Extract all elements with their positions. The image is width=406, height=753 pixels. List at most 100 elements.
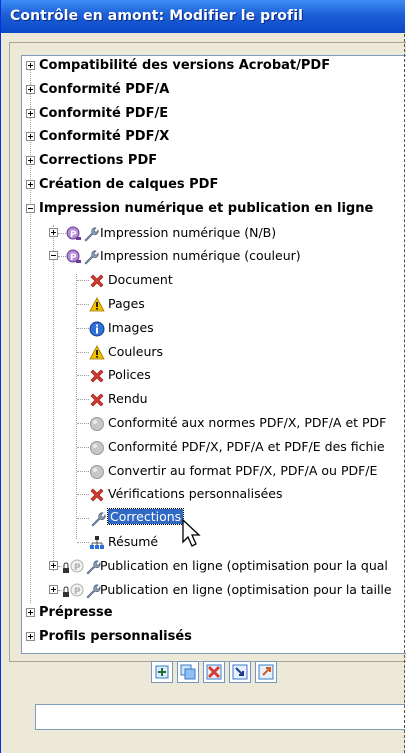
expand-plus-icon[interactable] — [49, 227, 58, 237]
new-profile-button[interactable] — [151, 661, 173, 683]
tree-item-label: Convertir au format PDF/X, PDF/A ou PDF/… — [108, 462, 378, 478]
tree-item-check[interactable]: Pages — [22, 294, 406, 316]
expand-plus-icon[interactable] — [26, 632, 35, 642]
tree-item-check[interactable]: Résumé — [22, 532, 406, 554]
preflight-profile-icon: P — [66, 249, 82, 265]
tree-line — [77, 470, 89, 472]
disabled-circle-icon — [89, 440, 105, 456]
wrench-icon — [84, 583, 101, 599]
expand-plus-icon[interactable] — [26, 180, 35, 189]
tree-line — [77, 423, 89, 424]
tree-item-label: Pages — [108, 296, 145, 311]
collapse-minus-icon[interactable] — [26, 203, 35, 213]
tree-item-label: Conformité PDF/E — [39, 105, 169, 121]
tree-item-label: Corrections PDF — [39, 153, 158, 169]
tree-item-check[interactable]: Couleurs — [22, 342, 406, 364]
window-title: Contrôle en amont: Modifier le profil — [10, 8, 303, 24]
tree-item-label: Impression numérique et publication en l… — [39, 200, 374, 216]
tree-item-label: Impression numérique (couleur) — [100, 248, 301, 264]
tree-item-profile[interactable]: P Publication en ligne (optimisation pour… — [22, 556, 406, 578]
tree-line — [77, 399, 89, 401]
tree-item-label: Conformité PDF/X, PDF/A et PDF/E des fic… — [108, 438, 385, 454]
tree-item-category[interactable]: Corrections PDF — [22, 151, 406, 173]
expand-plus-icon[interactable] — [49, 584, 58, 594]
profile-tree[interactable]: Compatibilité des versions Acrobat/PDF Co… — [21, 55, 406, 654]
expand-plus-icon[interactable] — [26, 156, 35, 166]
export-profile-button[interactable] — [255, 661, 277, 683]
tree-item-label: Publication en ligne (optimisation pour … — [100, 581, 392, 597]
wrench-icon — [89, 511, 106, 527]
warning-triangle-icon — [89, 344, 105, 361]
title-bar[interactable]: Contrôle en amont: Modifier le profil — [1, 0, 405, 33]
tree-item-label: Publication en ligne (optimisation pour … — [100, 557, 388, 573]
tree-line — [77, 304, 89, 305]
tree-item-check[interactable]: Vérifications personnalisées — [22, 484, 406, 506]
tree-line — [58, 232, 66, 234]
tree-item-check[interactable]: Corrections — [22, 508, 406, 530]
status-field[interactable] — [35, 704, 405, 730]
duplicate-profile-button[interactable] — [177, 661, 199, 683]
tree-line — [77, 542, 89, 543]
tree-item-check[interactable]: Document — [22, 270, 406, 292]
delete-profile-button[interactable] — [203, 661, 225, 683]
tree-item-label: Conformité PDF/A — [39, 81, 170, 97]
tree-item-category[interactable]: Conformité PDF/X — [22, 127, 406, 149]
tree-item-label: Images — [108, 319, 154, 335]
disabled-circle-icon — [89, 464, 105, 480]
preflight-profile-icon: P — [66, 226, 82, 242]
preflight-edit-profile-dialog: Contrôle en amont: Modifier le profil Co… — [0, 0, 406, 753]
tree-line — [77, 375, 89, 377]
tree-item-category[interactable]: Conformité PDF/E — [22, 104, 406, 126]
expand-plus-icon[interactable] — [26, 608, 35, 618]
tree-line — [77, 518, 89, 520]
tree-item-label: Création de calques PDF — [39, 177, 219, 192]
expand-plus-icon[interactable] — [49, 560, 58, 570]
tree-item-label: Polices — [108, 367, 151, 383]
error-x-icon — [89, 392, 105, 408]
tree-line — [77, 351, 89, 353]
error-x-icon — [89, 273, 105, 289]
tree-item-category[interactable]: Conformité PDF/A — [22, 80, 406, 102]
collapse-minus-icon[interactable] — [49, 251, 58, 261]
tree-item-category[interactable]: Compatibilité des versions Acrobat/PDF — [22, 56, 406, 78]
tree-item-label: Compatibilité des versions Acrobat/PDF — [39, 58, 331, 73]
tree-item-category[interactable]: Création de calques PDF — [22, 175, 406, 197]
expand-plus-icon[interactable] — [26, 132, 35, 142]
expand-plus-icon[interactable] — [26, 108, 35, 118]
tree-item-label: Rendu — [108, 391, 148, 407]
svg-text:P: P — [74, 587, 81, 597]
mouse-pointer-icon — [182, 518, 201, 547]
import-profile-button[interactable] — [229, 661, 251, 683]
info-circle-icon — [89, 321, 105, 337]
duplicate-profile-icon — [180, 664, 196, 680]
expand-plus-icon[interactable] — [26, 61, 35, 70]
tree-item-profile[interactable]: P Impression numérique (N/B) — [22, 223, 406, 245]
warning-triangle-icon — [89, 297, 105, 313]
error-x-icon — [89, 487, 105, 503]
tree-line — [58, 256, 66, 258]
tree-item-label: Résumé — [108, 534, 159, 549]
error-x-icon — [89, 368, 105, 384]
tree-item-check[interactable]: Conformité PDF/X, PDF/A et PDF/E des fic… — [22, 437, 406, 459]
tree-line — [77, 280, 89, 282]
tree-item-label: Impression numérique (N/B) — [100, 224, 277, 240]
tree-item-category[interactable]: Profils personnalisés — [22, 627, 406, 649]
tree-line — [77, 494, 89, 496]
export-profile-icon — [258, 664, 274, 680]
import-profile-icon — [232, 664, 248, 680]
tree-item-label: Couleurs — [108, 343, 164, 359]
tree-item-check[interactable]: Polices — [22, 365, 406, 387]
tree-item-label: Document — [108, 272, 173, 288]
expand-plus-icon[interactable] — [26, 84, 35, 94]
tree-line — [77, 446, 89, 448]
tree-item-check[interactable]: Images — [22, 318, 406, 340]
tree-item-check[interactable]: Conformité aux normes PDF/X, PDF/A et PD… — [22, 413, 406, 435]
disabled-circle-icon — [89, 416, 105, 432]
tree-item-category-expanded[interactable]: Impression numérique et publication en l… — [22, 199, 406, 221]
tree-item-label: Conformité PDF/X — [39, 129, 170, 145]
tree-item-profile[interactable]: P Publication en ligne (optimisation pour… — [22, 580, 406, 602]
tree-item-check[interactable]: Rendu — [22, 389, 406, 411]
tree-item-profile-expanded[interactable]: P Impression numérique (couleur) — [22, 246, 406, 268]
tree-item-category[interactable]: Prépresse — [22, 603, 406, 625]
tree-item-check[interactable]: Convertir au format PDF/X, PDF/A ou PDF/… — [22, 461, 406, 483]
